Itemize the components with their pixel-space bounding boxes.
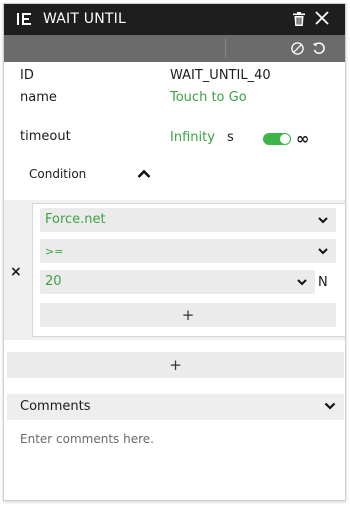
comments-header[interactable]: Comments	[7, 394, 344, 420]
ban-icon[interactable]	[291, 42, 304, 55]
wait-until-icon	[17, 13, 31, 25]
timeout-label: timeout	[20, 129, 71, 144]
wait-until-panel: WAIT UNTIL ID WAIT_UNTIL_40 name Touch t…	[3, 3, 346, 501]
signal-value: Force.net	[45, 212, 106, 227]
infinity-symbol: ∞	[296, 129, 310, 148]
name-value[interactable]: Touch to Go	[170, 90, 247, 105]
operator-value: >=	[45, 245, 64, 258]
threshold-value: 20	[45, 274, 62, 289]
add-condition-term-button[interactable]: +	[40, 303, 336, 327]
name-label: name	[20, 90, 57, 105]
signal-select[interactable]: Force.net	[40, 208, 336, 232]
comments-input[interactable]	[7, 420, 344, 500]
condition-label: Condition	[29, 167, 87, 181]
chevron-down-icon	[297, 279, 307, 286]
timeout-unit: s	[227, 130, 234, 145]
remove-condition-button[interactable]: ×	[10, 264, 22, 280]
chevron-down-icon	[318, 248, 328, 255]
timeout-value[interactable]: Infinity	[170, 130, 215, 145]
toolbar-divider	[225, 39, 226, 58]
threshold-unit: N	[318, 275, 328, 290]
chevron-down-icon[interactable]	[324, 402, 336, 410]
trash-icon[interactable]	[293, 12, 305, 26]
toolbar	[4, 35, 345, 62]
chevron-down-icon	[318, 217, 328, 224]
window-title: WAIT UNTIL	[43, 11, 126, 27]
close-icon[interactable]	[314, 10, 330, 26]
comments-label: Comments	[20, 399, 91, 414]
chevron-up-icon[interactable]	[137, 169, 151, 178]
id-value: WAIT_UNTIL_40	[170, 68, 271, 83]
add-condition-button[interactable]: +	[7, 352, 344, 378]
title-bar: WAIT UNTIL	[4, 4, 345, 35]
threshold-input[interactable]: 20	[40, 270, 315, 294]
infinity-toggle[interactable]	[263, 133, 291, 145]
undo-icon[interactable]	[312, 41, 326, 55]
operator-select[interactable]: >=	[40, 239, 336, 263]
id-label: ID	[20, 68, 34, 83]
